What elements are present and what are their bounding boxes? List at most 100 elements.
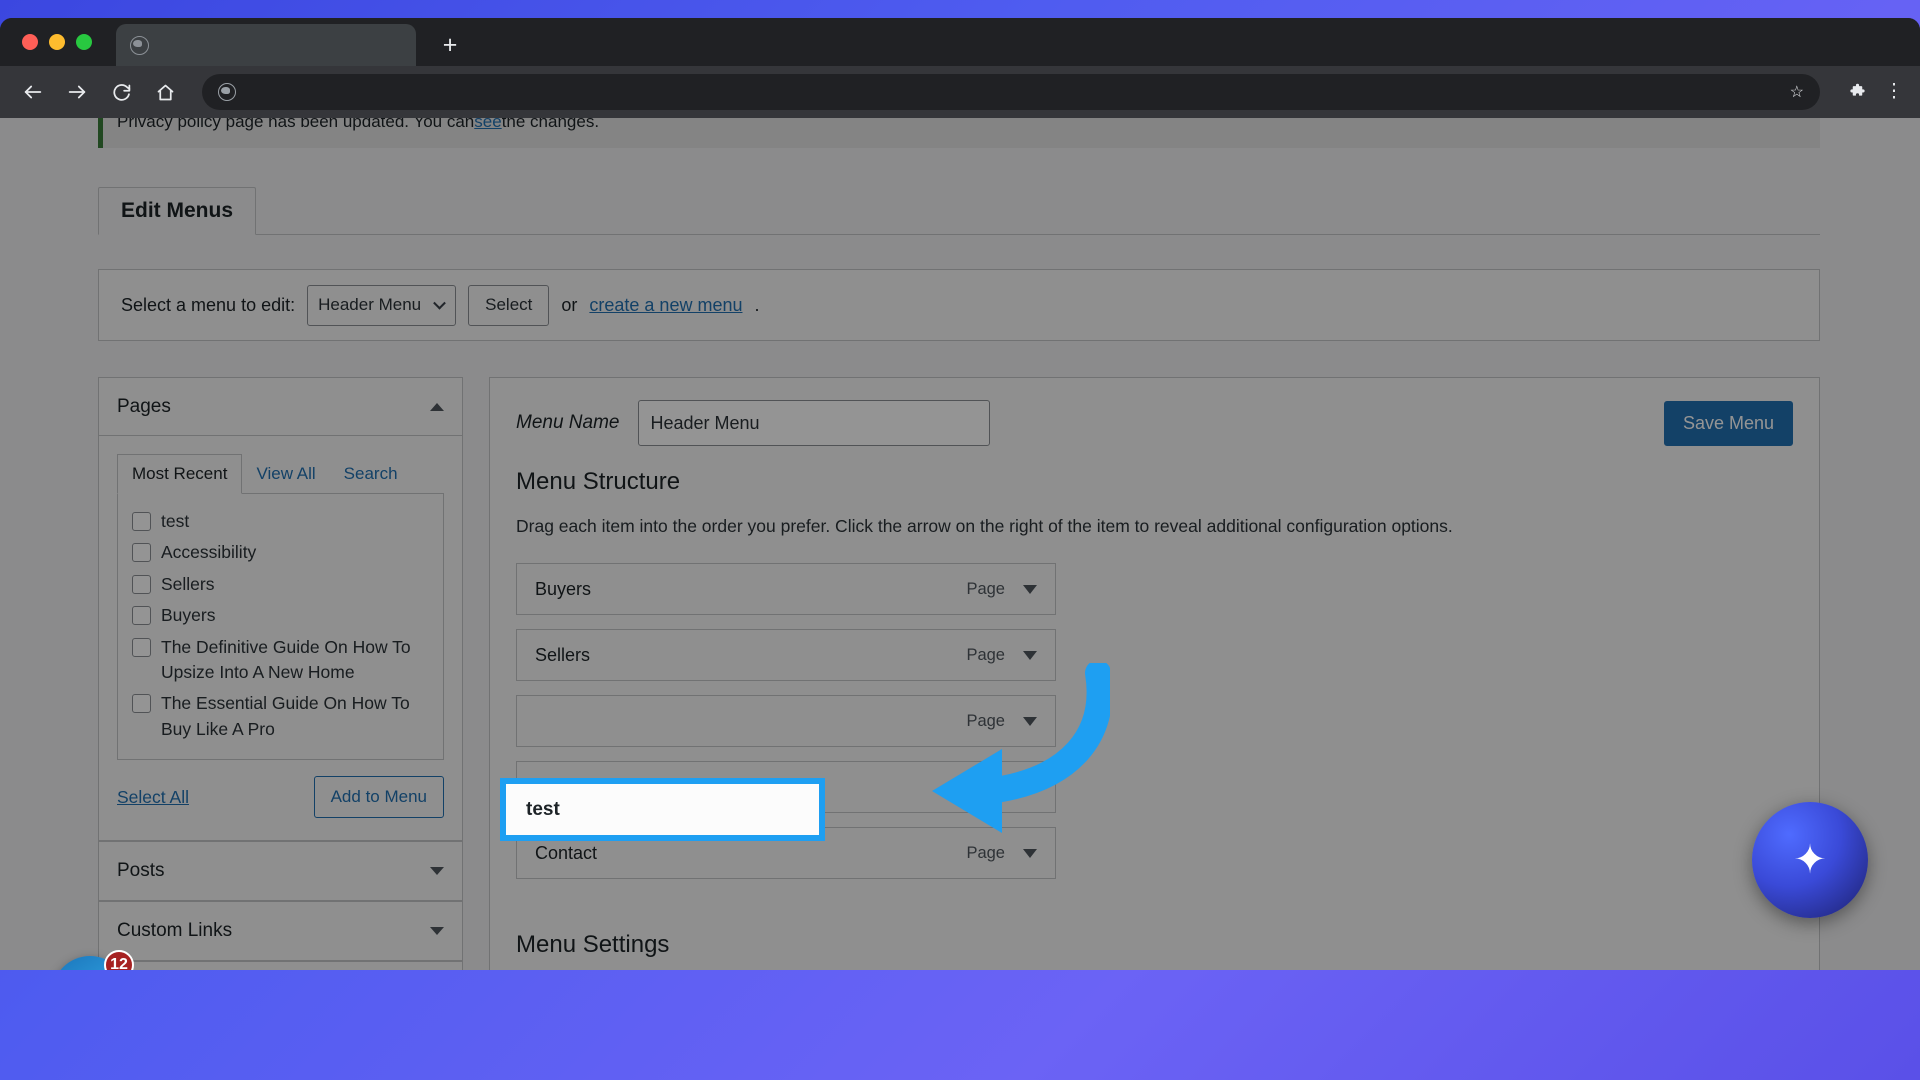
chevron-down-icon <box>433 296 446 310</box>
pages-panel-header[interactable]: Pages <box>99 378 462 436</box>
chat-widget[interactable]: 12 <box>52 950 134 970</box>
globe-icon <box>218 83 236 101</box>
pages-panel-body: Most Recent View All Search test Accessi… <box>99 436 462 840</box>
posts-panel-header[interactable]: Posts <box>99 842 462 900</box>
menu-item-type: Page <box>966 579 1005 598</box>
notice-text-before: Privacy policy page has been updated. Yo… <box>117 118 475 131</box>
select-all-link[interactable]: Select All <box>117 787 189 808</box>
or-text: or <box>561 294 578 315</box>
tab-edit-menus[interactable]: Edit Menus <box>98 187 257 235</box>
menu-item-type: Page <box>966 711 1005 730</box>
menu-name-input[interactable]: Header Menu <box>637 400 990 446</box>
categories-panel[interactable]: Categories <box>98 961 463 970</box>
menu-editor-columns: Pages Most Recent View All Search test A… <box>98 377 1820 970</box>
wordpress-admin-page: Privacy policy page has been updated. Yo… <box>0 118 1920 970</box>
pages-list-actions: Select All Add to Menu <box>117 760 444 822</box>
maximize-window-button[interactable] <box>76 34 92 50</box>
page-label: Buyers <box>161 605 216 626</box>
minimize-window-button[interactable] <box>49 34 65 50</box>
notice-see-link[interactable]: see <box>474 118 501 132</box>
select-menu-label: Select a menu to edit: <box>121 294 296 315</box>
page-checkbox[interactable] <box>132 637 151 657</box>
add-to-menu-button[interactable]: Add to Menu <box>313 776 444 818</box>
select-button[interactable]: Select <box>468 284 550 326</box>
period-text: . <box>754 294 760 315</box>
ai-assistant-button[interactable]: ✦ <box>1752 802 1868 918</box>
subtab-most-recent[interactable]: Most Recent <box>117 454 243 494</box>
list-item[interactable]: The Definitive Guide On How To Upsize In… <box>132 632 429 689</box>
triangle-up-icon[interactable] <box>430 402 444 411</box>
globe-icon <box>130 35 149 55</box>
triangle-down-icon[interactable] <box>430 927 444 935</box>
page-checkbox[interactable] <box>132 694 151 714</box>
menu-name-label: Menu Name <box>516 412 620 433</box>
home-icon[interactable] <box>148 75 182 109</box>
menu-name-value: Header Menu <box>650 412 760 433</box>
notice-text-after: the changes. <box>501 118 600 131</box>
chevron-down-icon[interactable] <box>1023 782 1037 792</box>
menu-edit-panel: Menu Name Header Menu Save Menu Menu Str… <box>489 377 1820 970</box>
star-icon[interactable]: ☆ <box>1790 82 1804 102</box>
chevron-down-icon[interactable] <box>1023 650 1037 660</box>
chevron-down-icon[interactable] <box>1023 848 1037 858</box>
list-item[interactable]: test <box>132 506 429 537</box>
posts-panel-title: Posts <box>117 860 165 881</box>
list-item[interactable]: The Essential Guide On How To Buy Like A… <box>132 688 429 745</box>
pages-checklist: test Accessibility Sellers Buyers The De… <box>117 494 444 760</box>
menu-item-type: Page <box>966 645 1005 664</box>
page-checkbox[interactable] <box>132 543 151 563</box>
close-window-button[interactable] <box>22 34 38 50</box>
menu-structure-section: Menu Structure Drag each item into the o… <box>490 468 1819 970</box>
save-menu-button[interactable]: Save Menu <box>1663 400 1793 446</box>
posts-panel[interactable]: Posts <box>98 841 463 901</box>
subtab-search[interactable]: Search <box>330 455 412 493</box>
list-item[interactable]: Accessibility <box>132 537 429 568</box>
browser-window: + ☆ ⋮ Privacy policy page has been updat… <box>0 18 1920 970</box>
triangle-down-icon[interactable] <box>430 867 444 875</box>
menu-structure-heading: Menu Structure <box>516 468 681 495</box>
highlighted-test-value: test <box>526 798 560 820</box>
page-label: test <box>161 511 190 531</box>
add-menu-items-column: Pages Most Recent View All Search test A… <box>98 377 463 970</box>
new-tab-button[interactable]: + <box>432 27 468 63</box>
page-label: Sellers <box>161 573 215 594</box>
forward-arrow-icon[interactable] <box>60 75 94 109</box>
reload-icon[interactable] <box>104 75 138 109</box>
menu-settings-heading: Menu Settings <box>516 931 670 958</box>
custom-links-panel-title: Custom Links <box>117 920 233 941</box>
categories-panel-header[interactable]: Categories <box>99 962 462 970</box>
back-arrow-icon[interactable] <box>16 75 50 109</box>
chevron-down-icon[interactable] <box>1023 584 1037 594</box>
browser-tabstrip: + <box>0 18 1920 66</box>
create-new-menu-link[interactable]: create a new menu <box>589 295 742 316</box>
menu-select-dropdown[interactable]: Header Menu <box>307 284 457 326</box>
menu-item-row[interactable]: Sellers Page <box>516 629 1056 681</box>
chevron-down-icon[interactable] <box>1023 716 1037 726</box>
menu-item-type: Page <box>966 843 1005 862</box>
page-checkbox[interactable] <box>132 574 151 594</box>
page-label: Accessibility <box>161 542 257 563</box>
highlighted-test-input[interactable]: test <box>500 778 825 841</box>
admin-tab-nav: Edit Menus <box>98 187 1820 235</box>
browser-tab[interactable] <box>116 24 416 66</box>
pages-panel-title: Pages <box>117 395 171 417</box>
subtab-view-all[interactable]: View All <box>242 455 329 493</box>
menu-item-title: Contact <box>535 842 598 863</box>
list-item[interactable]: Sellers <box>132 569 429 600</box>
pages-subtabs: Most Recent View All Search <box>117 454 444 494</box>
puzzle-icon[interactable] <box>1840 75 1874 109</box>
privacy-policy-notice: Privacy policy page has been updated. Yo… <box>98 118 1820 148</box>
address-bar[interactable]: ☆ <box>202 74 1820 110</box>
window-controls[interactable] <box>14 18 102 66</box>
menu-item-row-test[interactable]: Page <box>516 695 1056 747</box>
browser-toolbar: ☆ ⋮ <box>0 66 1920 118</box>
menu-structure-column: Menu Name Header Menu Save Menu Menu Str… <box>489 377 1820 970</box>
custom-links-panel[interactable]: Custom Links <box>98 901 463 961</box>
menu-item-row[interactable]: Buyers Page <box>516 563 1056 615</box>
menu-select-bar: Select a menu to edit: Header Menu Selec… <box>98 269 1820 341</box>
custom-links-panel-header[interactable]: Custom Links <box>99 902 462 960</box>
list-item[interactable]: Buyers <box>132 600 429 631</box>
kebab-menu-icon[interactable]: ⋮ <box>1884 82 1904 101</box>
page-checkbox[interactable] <box>132 606 151 626</box>
page-checkbox[interactable] <box>132 512 151 531</box>
